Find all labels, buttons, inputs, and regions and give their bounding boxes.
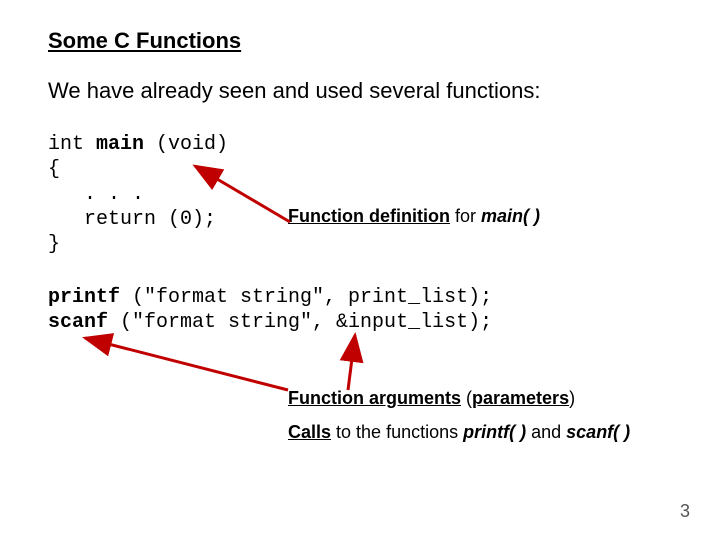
code-line: }: [48, 233, 60, 256]
code-line: (void): [144, 133, 228, 156]
code-keyword-scanf: scanf: [48, 311, 108, 334]
code-block-main: int main (void) { . . . return (0); } Fu…: [48, 132, 672, 257]
code-line: return (0);: [48, 208, 216, 231]
annotation-definition: Function definition for main( ): [288, 205, 540, 228]
code-line: ("format string", &input_list);: [108, 311, 492, 334]
slide: Some C Functions We have already seen an…: [0, 0, 720, 540]
code-keyword-main: main: [96, 133, 144, 156]
code-line: . . .: [48, 183, 144, 206]
slide-title: Some C Functions: [48, 28, 672, 54]
annotation-calls: Calls to the functions printf( ) and sca…: [288, 415, 672, 449]
code-line: int: [48, 133, 96, 156]
code-line: ("format string", print_list);: [120, 286, 492, 309]
code-keyword-printf: printf: [48, 286, 120, 309]
annotation-arguments: Function arguments (parameters): [288, 381, 672, 415]
annotation-block: Function arguments (parameters) Calls to…: [288, 381, 672, 449]
code-block-calls: printf ("format string", print_list); sc…: [48, 285, 672, 335]
page-number: 3: [680, 501, 690, 522]
code-line: {: [48, 158, 60, 181]
intro-text: We have already seen and used several fu…: [48, 78, 672, 104]
